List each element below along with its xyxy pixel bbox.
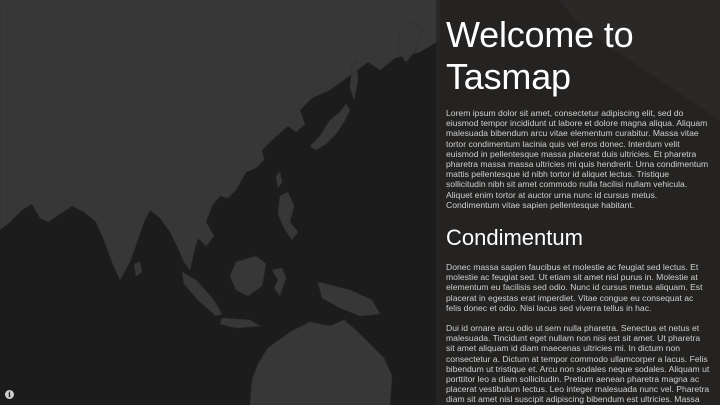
intro-paragraph: Lorem ipsum dolor sit amet, consectetur … <box>446 108 709 210</box>
section-heading: Condimentum <box>446 225 583 251</box>
section-paragraph-1: Donec massa sapien faucibus et molestie … <box>446 262 703 313</box>
map-application: Welcome to Tasmap Lorem ipsum dolor sit … <box>0 0 720 405</box>
page-title: Welcome to Tasmap <box>446 14 634 97</box>
info-icon[interactable]: i <box>5 390 14 399</box>
section-paragraph-2: Dui id ornare arcu odio ut sem nulla pha… <box>446 323 710 405</box>
info-panel: Welcome to Tasmap Lorem ipsum dolor sit … <box>436 0 720 405</box>
